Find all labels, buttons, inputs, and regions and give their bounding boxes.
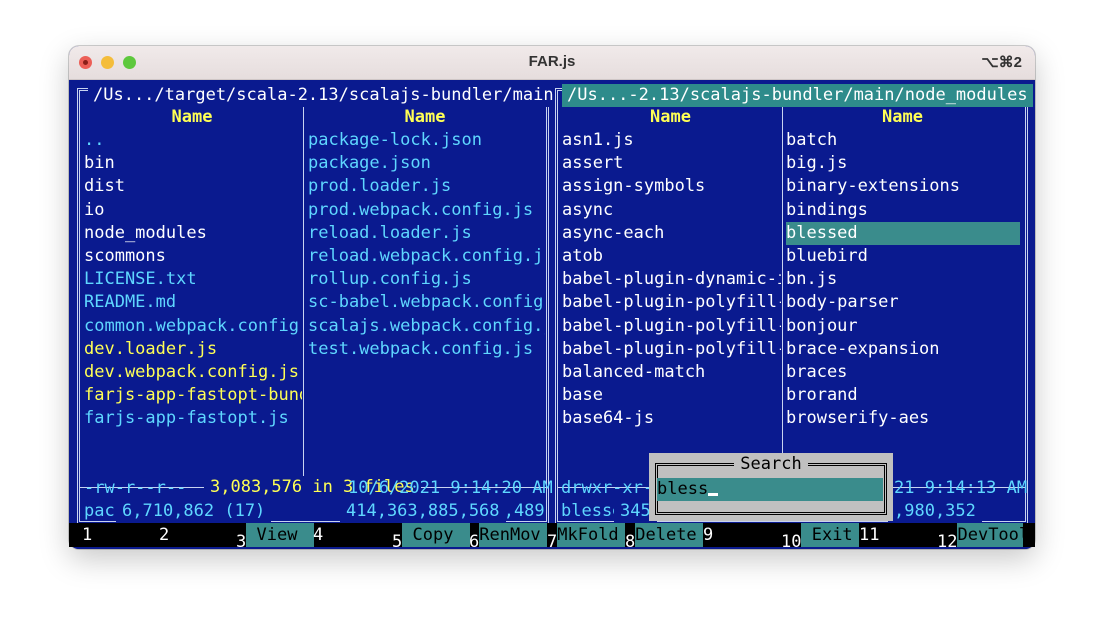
function-key-4[interactable]: 4	[313, 523, 391, 547]
search-popup: Search bless	[649, 453, 893, 521]
function-key-number: 7	[547, 532, 558, 547]
function-key-12[interactable]: 12DevTools	[937, 523, 1024, 547]
function-key-number: 6	[469, 532, 480, 547]
function-key-2[interactable]: 2	[159, 523, 237, 547]
function-key-number: 2	[159, 525, 170, 545]
function-key-label: Copy	[402, 523, 471, 547]
function-key-number: 9	[703, 525, 714, 545]
function-key-label: Exit	[801, 523, 860, 547]
function-key-number: 8	[625, 532, 636, 547]
function-key-8[interactable]: 8Delete	[625, 523, 704, 547]
left-file-date: 10/6/2021 9:14:20 AM	[348, 478, 553, 498]
right-bottom-stat-2: ,980,352	[888, 500, 982, 523]
left-bottom-stat-2: 414,363,885,568	[340, 500, 506, 523]
function-key-label: MkFold	[557, 523, 626, 547]
function-key-number: 11	[859, 525, 880, 545]
function-key-7[interactable]: 7MkFold	[547, 523, 626, 547]
function-key-number: 12	[937, 532, 958, 547]
function-key-label: RenMov	[479, 523, 548, 547]
left-bottom-stat-1: 6,710,862 (17)	[116, 500, 272, 523]
search-popup-input[interactable]: bless	[657, 478, 883, 501]
function-key-label: DevTools	[957, 523, 1024, 547]
function-key-11[interactable]: 11	[859, 523, 937, 547]
function-key-bar: 123 View 4 5 Copy 6RenMov 7MkFold 8Delete 9 10 …	[69, 523, 1035, 547]
function-key-number: 10	[781, 532, 802, 547]
function-key-9[interactable]: 9	[703, 523, 781, 547]
function-key-1[interactable]: 1	[82, 523, 160, 547]
window-title: FAR.js	[528, 53, 576, 70]
search-popup-title-text: Search	[734, 454, 808, 474]
search-popup-input-value: bless	[657, 479, 709, 499]
window-shortcut: ⌥⌘2	[981, 54, 1022, 71]
function-key-10[interactable]: 10 Exit	[781, 523, 860, 547]
left-file-permissions: -rw-r--r--	[84, 478, 187, 498]
function-key-number: 1	[82, 525, 93, 545]
right-file-permissions: drwxr-xr-	[561, 478, 654, 498]
search-popup-title: Search	[649, 453, 893, 476]
right-file-date: 21 9:14:13 AM	[894, 478, 1028, 498]
function-key-5[interactable]: 5 Copy	[392, 523, 471, 547]
function-key-number: 5	[392, 532, 403, 547]
function-key-3[interactable]: 3 View	[236, 523, 315, 547]
function-key-label: View	[246, 523, 315, 547]
function-key-number: 3	[236, 532, 247, 547]
search-popup-cursor	[708, 493, 719, 496]
function-key-number: 4	[313, 525, 324, 545]
function-key-6[interactable]: 6RenMov	[469, 523, 548, 547]
title-bar: FAR.js ⌥⌘2	[69, 46, 1035, 80]
function-key-label: Delete	[635, 523, 704, 547]
